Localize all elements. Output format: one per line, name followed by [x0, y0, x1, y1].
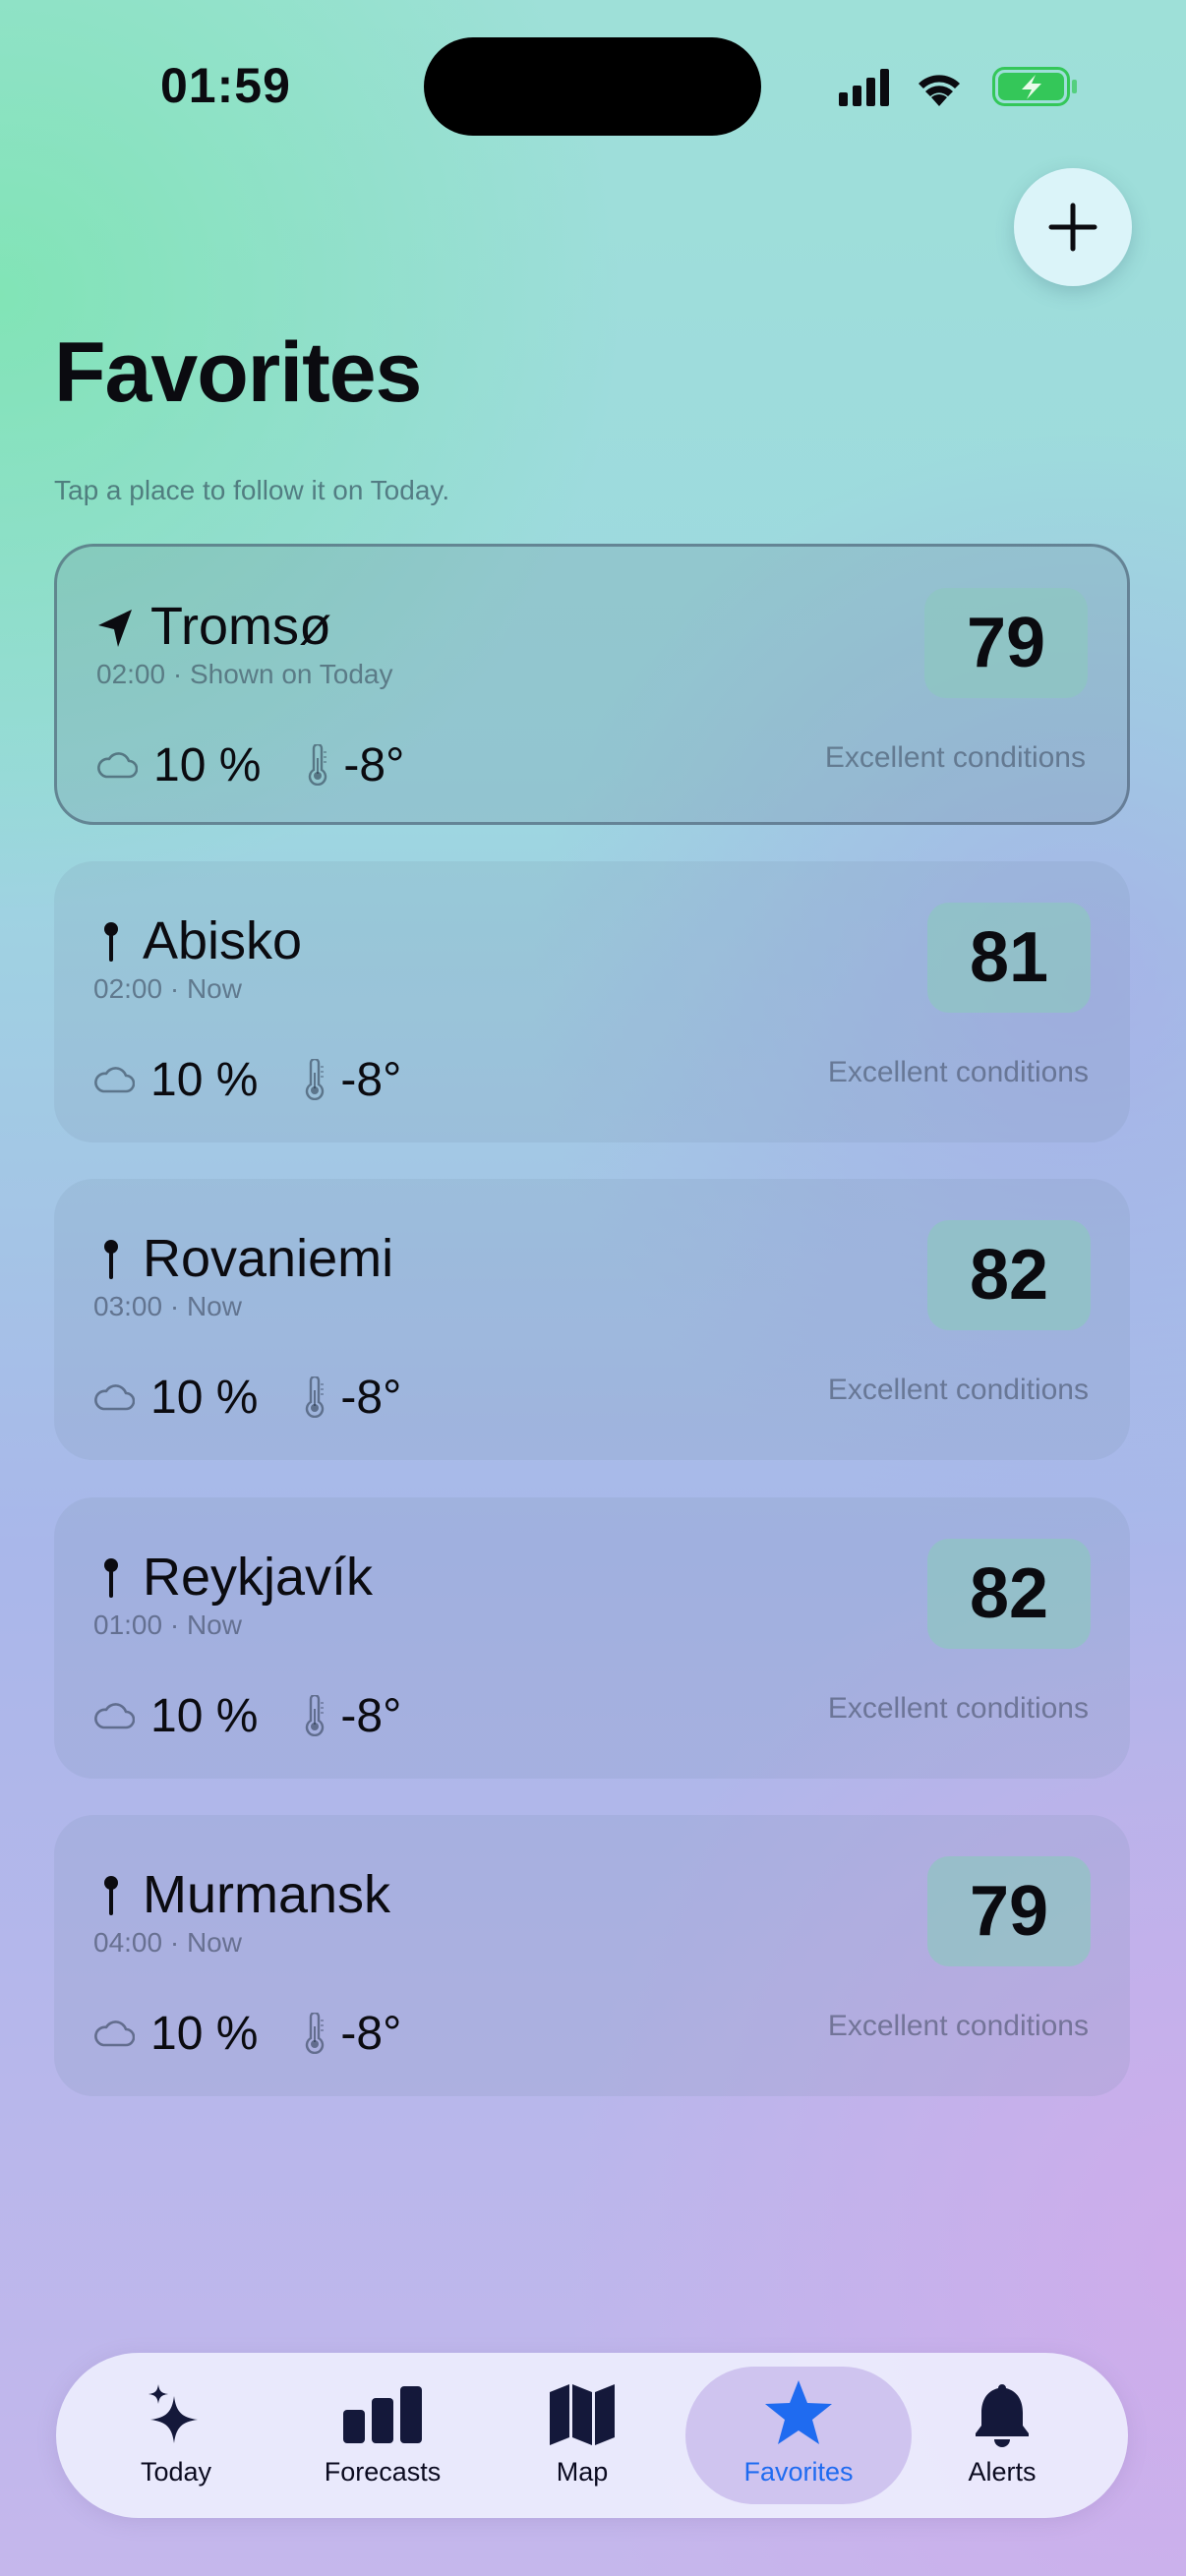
- cloud-cover-value: 10 %: [150, 1371, 259, 1424]
- tab-bar: Today Forecasts Map Favorites Alerts: [56, 2353, 1128, 2518]
- tab-label: Map: [556, 2457, 609, 2487]
- thermometer-icon: [306, 1376, 325, 1418]
- place-time: 01:00 · Now: [93, 1610, 242, 1640]
- favorite-card-4[interactable]: Murmansk 04:00 · Now 10 % -8° 79 Excelle…: [54, 1815, 1130, 2096]
- thermometer-icon: [309, 744, 327, 786]
- place-name: Rovaniemi: [143, 1229, 394, 1288]
- tab-label: Favorites: [743, 2457, 854, 2487]
- signal-icon: [839, 69, 889, 106]
- place-name: Tromsø: [150, 597, 331, 656]
- temperature-value: -8°: [340, 1371, 402, 1424]
- temperature-value: -8°: [340, 1689, 402, 1742]
- status-bar: 01:59: [0, 0, 1186, 167]
- wifi-icon: [919, 75, 960, 106]
- favorite-card-3[interactable]: Reykjavík 01:00 · Now 10 % -8° 82 Excell…: [54, 1497, 1130, 1779]
- place-time: 04:00 · Now: [93, 1927, 242, 1958]
- weather-row: 10 % -8°: [93, 1686, 401, 1745]
- bar-chart-icon: [343, 2386, 422, 2443]
- plus-icon: [1048, 203, 1097, 252]
- aurora-score-badge: 81: [927, 903, 1091, 1013]
- tab-label: Forecasts: [324, 2457, 442, 2487]
- aurora-score-badge: 79: [927, 1856, 1091, 1966]
- status-time: 01:59: [160, 58, 291, 113]
- place-name: Murmansk: [143, 1865, 391, 1924]
- weather-row: 10 % -8°: [96, 735, 404, 794]
- favorite-card-1[interactable]: Abisko 02:00 · Now 10 % -8° 81 Excellent…: [54, 861, 1130, 1142]
- place-name: Abisko: [143, 911, 303, 970]
- conditions-label: Excellent conditions: [827, 1056, 1089, 1088]
- thermometer-icon: [306, 1059, 325, 1100]
- conditions-label: Excellent conditions: [827, 1374, 1089, 1406]
- page-title: Favorites: [54, 325, 422, 420]
- cloud-cover-value: 10 %: [150, 1689, 259, 1742]
- aurora-score-badge: 82: [927, 1220, 1091, 1330]
- pin-icon: [104, 1876, 118, 1915]
- cloud-icon: [94, 1067, 135, 1093]
- conditions-label: Excellent conditions: [827, 1692, 1089, 1725]
- tab-alerts[interactable]: Alerts: [948, 2353, 1056, 2518]
- add-favorite-button[interactable]: [1014, 168, 1132, 286]
- dynamic-island: [424, 37, 761, 136]
- thermometer-icon: [306, 1695, 325, 1736]
- page-subtitle: Tap a place to follow it on Today.: [54, 475, 450, 505]
- tab-label: Today: [140, 2457, 212, 2487]
- tab-today[interactable]: Today: [122, 2353, 230, 2518]
- place-time: 02:00 · Now: [93, 973, 242, 1004]
- weather-row: 10 % -8°: [93, 1368, 401, 1427]
- favorite-card-2[interactable]: Rovaniemi 03:00 · Now 10 % -8° 82 Excell…: [54, 1179, 1130, 1460]
- location-arrow-icon: [98, 610, 132, 647]
- temperature-value: -8°: [340, 2007, 402, 2060]
- cloud-icon: [94, 1384, 135, 1411]
- pin-icon: [104, 1558, 118, 1598]
- thermometer-icon: [306, 2013, 325, 2054]
- sparkles-icon: [148, 2384, 198, 2443]
- cloud-icon: [94, 1703, 135, 1729]
- cloud-cover-value: 10 %: [153, 738, 262, 791]
- cloud-icon: [94, 2020, 135, 2047]
- place-name: Reykjavík: [143, 1548, 374, 1607]
- star-icon: [765, 2380, 832, 2444]
- aurora-score-badge: 79: [924, 588, 1088, 698]
- favorite-card-0[interactable]: Tromsø 02:00 · Shown on Today 10 % -8° 7…: [54, 544, 1130, 825]
- tab-map[interactable]: Map: [538, 2353, 626, 2518]
- temperature-value: -8°: [340, 1053, 402, 1106]
- tab-label: Alerts: [968, 2457, 1037, 2487]
- weather-row: 10 % -8°: [93, 1050, 401, 1109]
- pin-icon: [104, 1240, 118, 1279]
- weather-row: 10 % -8°: [93, 2004, 401, 2063]
- map-icon: [550, 2384, 615, 2445]
- status-icons: [839, 67, 1077, 106]
- cloud-icon: [97, 752, 138, 779]
- aurora-score-badge: 82: [927, 1539, 1091, 1649]
- tab-forecasts[interactable]: Forecasts: [319, 2353, 446, 2518]
- bell-icon: [976, 2384, 1029, 2447]
- tab-favorites[interactable]: Favorites: [735, 2353, 862, 2518]
- place-time: 03:00 · Now: [93, 1291, 242, 1321]
- place-time: 02:00 · Shown on Today: [96, 659, 393, 689]
- cloud-cover-value: 10 %: [150, 1053, 259, 1106]
- pin-icon: [104, 922, 118, 962]
- conditions-label: Excellent conditions: [824, 741, 1086, 774]
- battery-icon: [992, 67, 1077, 106]
- temperature-value: -8°: [343, 738, 405, 791]
- cloud-cover-value: 10 %: [150, 2007, 259, 2060]
- conditions-label: Excellent conditions: [827, 2010, 1089, 2042]
